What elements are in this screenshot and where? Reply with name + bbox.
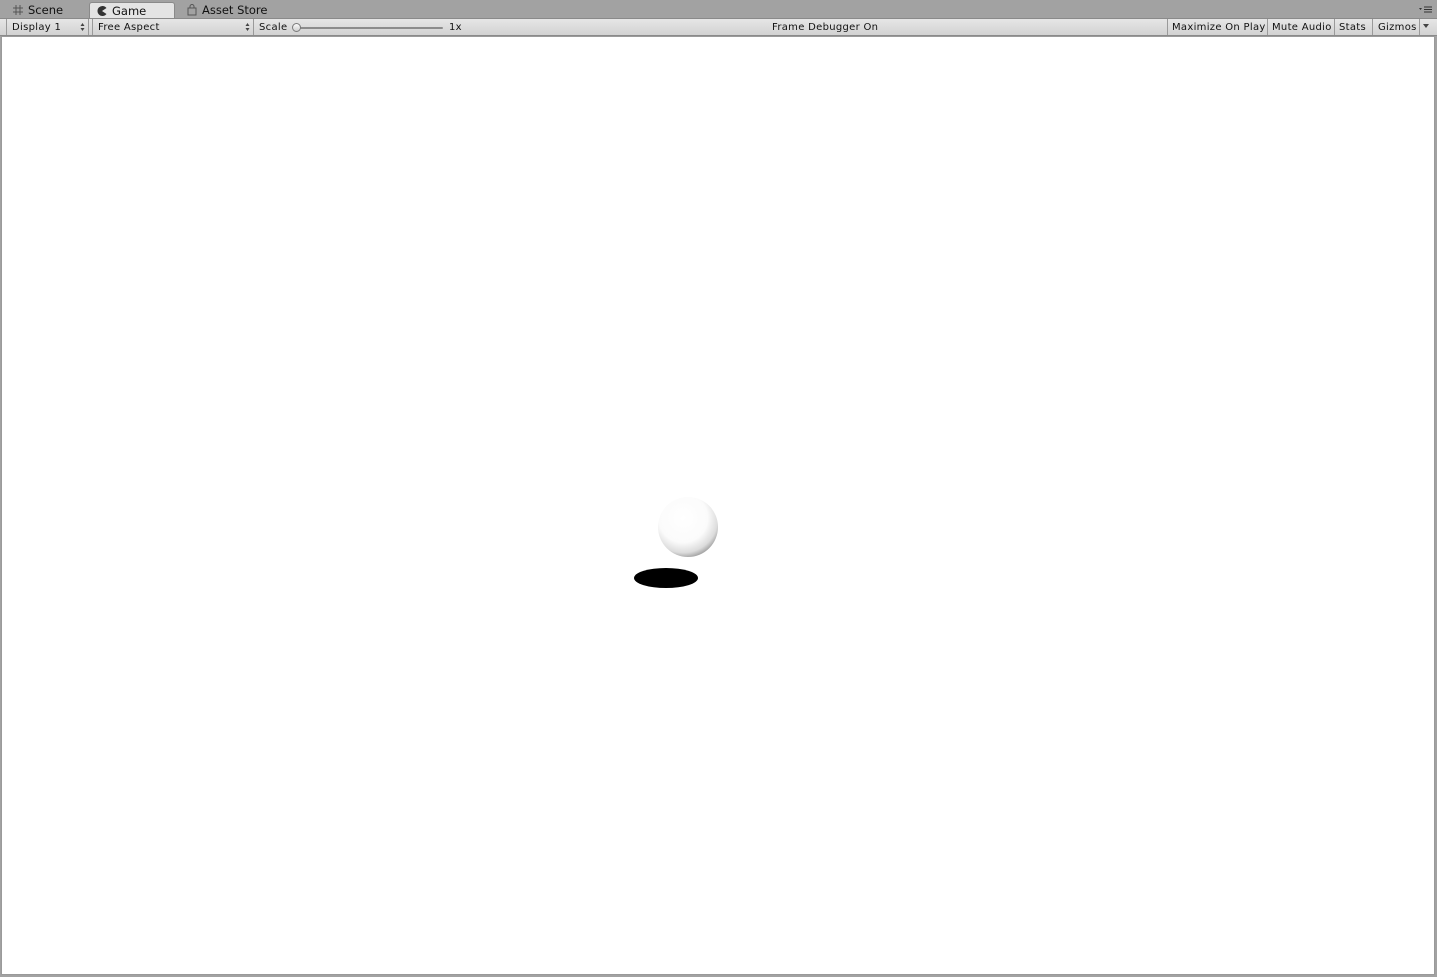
game-pacman-icon xyxy=(97,5,107,16)
tab-strip: Scene Game Asset Store xyxy=(0,0,1437,18)
panel-menu-icon[interactable] xyxy=(1419,4,1433,14)
maximize-on-play-button[interactable]: Maximize On Play xyxy=(1167,19,1267,35)
gizmos-label: Gizmos xyxy=(1378,22,1417,33)
scale-slider-track[interactable] xyxy=(296,27,443,29)
sphere-shadow xyxy=(634,568,698,588)
updown-arrows-icon xyxy=(245,23,250,31)
aspect-dropdown[interactable]: Free Aspect xyxy=(92,19,254,35)
game-window: Scene Game Asset Store Display 1 Free As… xyxy=(0,0,1437,977)
mute-audio-button[interactable]: Mute Audio xyxy=(1267,19,1334,35)
game-render xyxy=(634,497,718,588)
tab-scene-label: Scene xyxy=(28,3,64,17)
tab-scene[interactable]: Scene xyxy=(6,2,69,18)
tab-game[interactable]: Game xyxy=(89,2,175,18)
tab-asset-store[interactable]: Asset Store xyxy=(180,2,274,18)
tab-game-label: Game xyxy=(112,3,147,18)
sphere-object xyxy=(658,497,718,557)
scene-grid-icon xyxy=(13,5,23,15)
tab-asset-store-label: Asset Store xyxy=(202,3,268,17)
gizmos-divider xyxy=(1419,19,1420,35)
aspect-dropdown-label: Free Aspect xyxy=(98,22,160,33)
updown-arrows-icon xyxy=(80,23,85,31)
display-dropdown[interactable]: Display 1 xyxy=(6,19,89,35)
scale-value: 1x xyxy=(449,22,462,33)
stats-button[interactable]: Stats xyxy=(1334,19,1370,35)
gizmos-dropdown[interactable]: Gizmos xyxy=(1372,19,1434,35)
game-viewport[interactable] xyxy=(1,36,1435,975)
frame-debugger-status: Frame Debugger On xyxy=(772,22,879,33)
display-dropdown-label: Display 1 xyxy=(12,22,62,33)
asset-store-bag-icon xyxy=(187,4,197,16)
scale-slider-thumb[interactable] xyxy=(292,23,301,32)
scale-label: Scale xyxy=(259,22,288,33)
chevron-down-icon xyxy=(1423,24,1429,28)
game-toolbar: Display 1 Free Aspect Scale 1x Frame Deb… xyxy=(0,18,1437,36)
